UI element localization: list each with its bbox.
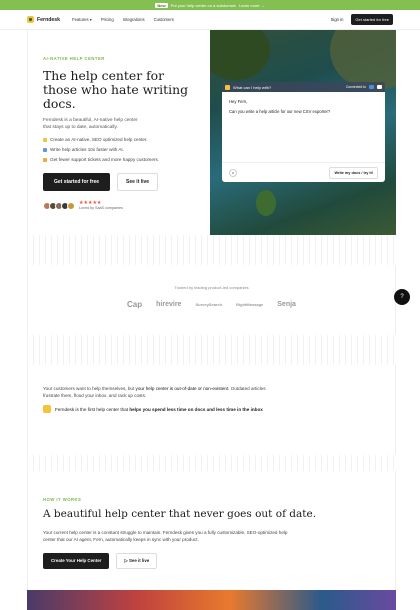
pencil-icon <box>43 147 47 152</box>
integration-icon <box>377 85 382 89</box>
nav-customers[interactable]: Customers <box>154 17 174 22</box>
new-badge: New <box>155 2 168 8</box>
divider-stripe <box>27 455 396 471</box>
divider-stripe <box>27 335 396 365</box>
hero-eyebrow: AI-NATIVE HELP CENTER <box>43 56 105 61</box>
pain-text: Your customers want to help themselves, … <box>43 386 266 398</box>
foliage <box>210 30 270 80</box>
announcement-banner[interactable]: New Put your help center on a subdomain … <box>0 0 420 10</box>
ferndesk-first-line: Ferndesk is the first help center that h… <box>28 405 395 413</box>
hero-image: What can I help with? Connected to Hey F… <box>210 30 396 235</box>
hero-title: The help center for those who hate writi… <box>43 68 188 111</box>
customer-avatars <box>43 201 75 210</box>
logo-rightmessage: RightMessage <box>236 302 264 307</box>
showcase-image <box>27 590 396 610</box>
smile-icon <box>43 157 47 162</box>
chat-box[interactable]: Hey Fern, Can you write a help article f… <box>222 92 385 182</box>
feature-text: Write help articles 10x faster with AI. <box>50 147 124 152</box>
signin-link[interactable]: Sign in <box>331 17 344 22</box>
feature-text: Create an AI-native, SEO optimized help … <box>50 137 148 142</box>
nav-features[interactable]: Features ▾ <box>72 17 92 22</box>
get-started-button[interactable]: Get started for free <box>43 173 111 191</box>
fern-logo-icon <box>225 84 230 90</box>
trusted-section: Trusted by leading product-led companies… <box>27 265 396 335</box>
sparkle-icon <box>43 137 47 142</box>
hero: AI-NATIVE HELP CENTER The help center fo… <box>27 30 210 235</box>
plant-pot <box>256 190 276 216</box>
create-help-center-button[interactable]: Create Your Help Center <box>43 552 110 569</box>
hero-subtitle: Ferndesk is a beautiful, AI-native help … <box>43 118 138 130</box>
ferndesk-logo-icon <box>43 405 51 413</box>
logo-senja: Senja <box>277 301 296 308</box>
chat-message: Can you write a help article for our new… <box>229 109 331 114</box>
nav-links: Features ▾ Pricing Integrations Customer… <box>72 17 174 22</box>
see-it-live-button[interactable]: ▷ See it live <box>116 552 158 569</box>
feature-item: Create an AI-native, SEO optimized help … <box>43 137 195 142</box>
feature-text: Get fewer support tickets and more happy… <box>50 157 160 162</box>
chat-greeting: Hey Fern, <box>229 99 248 104</box>
logo-surveysearch: SurveySearch <box>195 302 223 307</box>
brand-name: Ferndesk <box>37 16 61 23</box>
trusted-label: Trusted by leading product-led companies <box>174 285 249 290</box>
logo-cap: Cap <box>127 300 143 309</box>
signup-button[interactable]: Get started for free <box>351 14 393 25</box>
connected-label: Connected to <box>345 85 366 89</box>
top-nav: Ferndesk Features ▾ Pricing Integrations… <box>0 10 420 30</box>
logo-hirevire: hirevire <box>156 301 182 308</box>
chat-prompt: What can I help with? <box>233 84 272 90</box>
how-it-works-section: HOW IT WORKS A beautiful help center tha… <box>27 471 396 590</box>
paperclip-icon[interactable]: ⌀ <box>229 168 237 177</box>
brand[interactable]: Ferndesk <box>27 16 60 23</box>
how-subtitle: Your current help center is a constant s… <box>43 529 288 542</box>
loved-by-text: Loved by SaaS companies <box>79 206 123 210</box>
feature-item: Write help articles 10x faster with AI. <box>43 147 195 152</box>
see-it-live-button[interactable]: See it live <box>117 173 159 191</box>
how-eyebrow: HOW IT WORKS <box>43 497 82 502</box>
chat-footer: ⌀ Write my docs / try it! <box>222 162 385 182</box>
social-proof: ★★★★★ Loved by SaaS companies <box>43 201 195 210</box>
nav-integrations[interactable]: Integrations <box>123 17 145 22</box>
how-title: A beautiful help center that never goes … <box>43 508 317 520</box>
company-logos: Cap hirevire SurveySearch RightMessage S… <box>28 300 395 309</box>
feature-item: Get fewer support tickets and more happy… <box>43 157 195 162</box>
ferndesk-logo-icon <box>27 16 34 23</box>
banner-text: Put your help center on a subdomain <box>170 2 237 8</box>
banner-link[interactable]: Learn more → <box>239 3 265 8</box>
nav-right: Sign in Get started for free <box>331 14 393 25</box>
write-docs-button[interactable]: Write my docs / try it! <box>329 166 378 179</box>
divider-stripe <box>27 235 396 265</box>
integration-icon <box>369 85 374 89</box>
avatar <box>67 201 75 210</box>
help-button[interactable]: ? <box>394 289 410 305</box>
chat-header: What can I help with? Connected to <box>222 82 385 92</box>
foliage <box>330 30 396 90</box>
nav-pricing[interactable]: Pricing <box>101 17 114 22</box>
